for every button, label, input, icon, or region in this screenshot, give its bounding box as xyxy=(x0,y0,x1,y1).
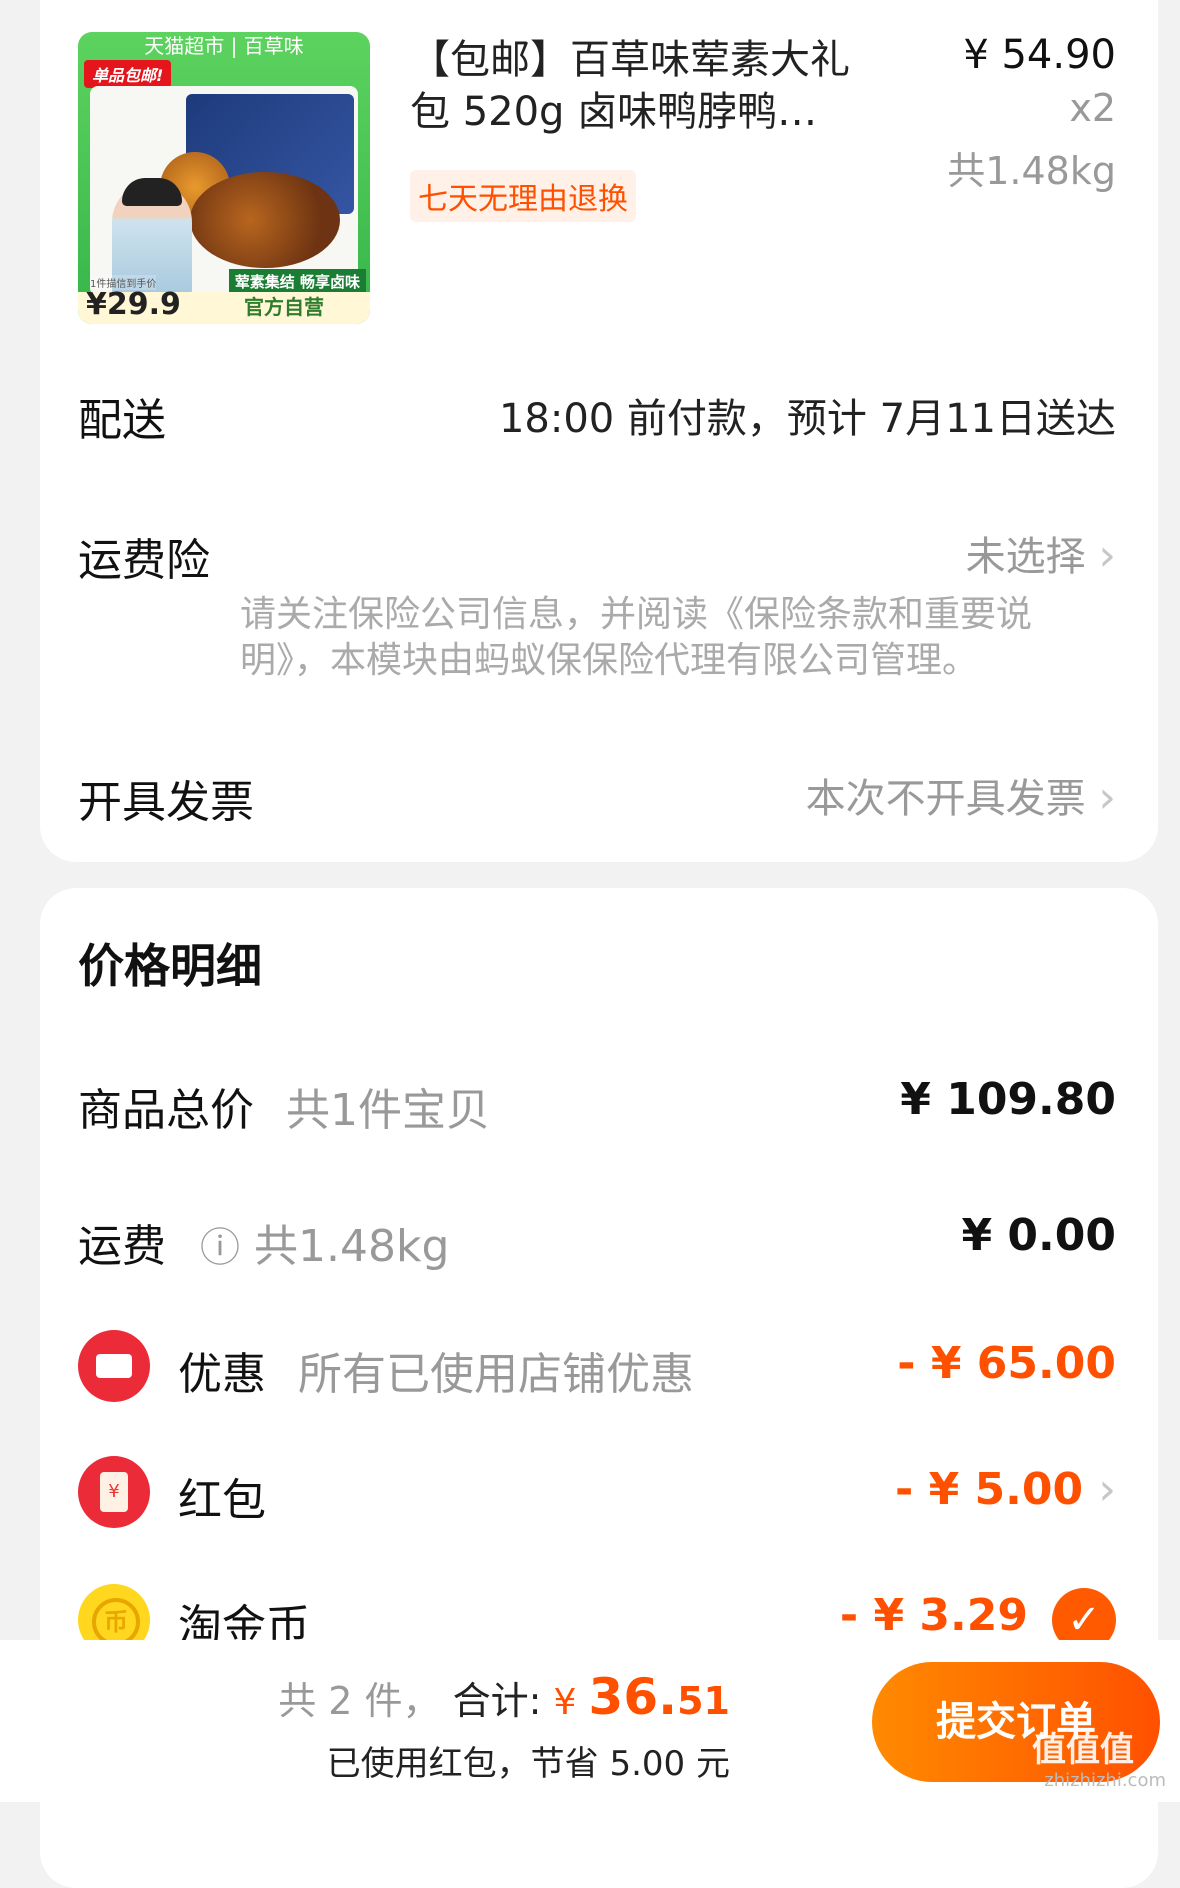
discount-sub: 所有已使用店铺优惠 xyxy=(298,1349,694,1400)
total-currency: ¥ xyxy=(553,1682,577,1723)
red-packet-icon: ¥ xyxy=(78,1456,150,1528)
invoice-value: 本次不开具发票 xyxy=(805,776,1086,822)
total-label: 合计: xyxy=(452,1679,542,1723)
image-price: ¥29.9 xyxy=(86,287,181,322)
goods-total-sub: 共1件宝贝 xyxy=(286,1085,490,1136)
coupon-icon xyxy=(78,1330,150,1402)
total-decimal: 51 xyxy=(677,1679,730,1723)
invoice-label: 开具发票 xyxy=(78,777,254,828)
discount-amount: - ¥ 65.00 xyxy=(897,1338,1116,1389)
red-packet-amount: - ¥ 5.00 xyxy=(894,1464,1084,1515)
total-integer: 36. xyxy=(588,1668,678,1726)
image-self-operated: 官方自营 xyxy=(244,295,324,319)
chevron-right-icon: › xyxy=(1098,1464,1116,1515)
endorser-hair xyxy=(122,178,182,206)
image-free-shipping-tag: 单品包邮! xyxy=(84,60,172,88)
shipping-fee-label: 运费 xyxy=(78,1221,166,1272)
goods-total-row: 商品总价 共1件宝贝 xyxy=(78,1074,490,1138)
product-weight: 共1.48kg xyxy=(947,149,1116,193)
invoice-selector[interactable]: 本次不开具发票 › xyxy=(806,766,1116,824)
watermark-logo: 值值值 xyxy=(1032,1730,1134,1770)
image-brand-band: 天猫超市 | 百草味 xyxy=(144,34,304,58)
return-policy-tag: 七天无理由退换 xyxy=(410,170,636,222)
insurance-note: 请关注保险公司信息，并阅读《保险条款和重要说明》，本模块由蚂蚁保保险代理有限公司… xyxy=(240,594,1033,681)
image-scene xyxy=(90,86,358,296)
watermark-site: zhizhizhi.com xyxy=(1044,1770,1166,1791)
item-count: 共 2 件， xyxy=(278,1679,441,1723)
food-illustration xyxy=(190,172,340,268)
goods-total-label: 商品总价 xyxy=(78,1085,254,1136)
delivery-value: 18:00 前付款，预计 7月11日送达 xyxy=(498,396,1116,442)
chevron-right-icon: › xyxy=(1098,530,1116,581)
product-title[interactable]: 【包邮】百草味荤素大礼包 520g 卤味鸭脖鸭… xyxy=(410,34,880,138)
shipping-insurance-selector[interactable]: 未选择 › xyxy=(966,524,1116,582)
delivery-label: 配送 xyxy=(78,395,166,446)
shipping-weight: 共1.48kg xyxy=(254,1221,450,1272)
chevron-right-icon: › xyxy=(1098,772,1116,823)
goods-total-amount: ¥ 109.80 xyxy=(900,1074,1116,1125)
help-icon[interactable]: ⓘ xyxy=(200,1225,240,1271)
red-packet-label: 红包 xyxy=(178,1475,266,1526)
discount-row: 优惠 所有已使用店铺优惠 xyxy=(178,1338,694,1402)
shipping-fee-row: 运费 ⓘ 共1.48kg xyxy=(78,1210,449,1274)
taobao-coin-amount: - ¥ 3.29 xyxy=(839,1590,1028,1641)
price-detail-title: 价格明细 xyxy=(78,939,262,993)
product-image[interactable]: 天猫超市 | 百草味 单品包邮! 荤素集结 畅享卤味 1件描信到手价 ¥29.9… xyxy=(78,32,370,324)
order-summary: 共 2 件， 合计: ¥ 36.51 xyxy=(278,1668,730,1726)
shipping-fee-amount: ¥ 0.00 xyxy=(961,1210,1117,1261)
discount-label: 优惠 xyxy=(178,1349,266,1400)
product-price: ¥ 54.90 xyxy=(963,32,1116,78)
shipping-insurance-label: 运费险 xyxy=(78,535,210,586)
product-quantity: x2 xyxy=(1069,86,1116,130)
red-packet-selector[interactable]: - ¥ 5.00 › xyxy=(895,1464,1116,1515)
savings-note: 已使用红包，节省 5.00 元 xyxy=(326,1744,730,1784)
shipping-insurance-value: 未选择 xyxy=(965,534,1086,580)
